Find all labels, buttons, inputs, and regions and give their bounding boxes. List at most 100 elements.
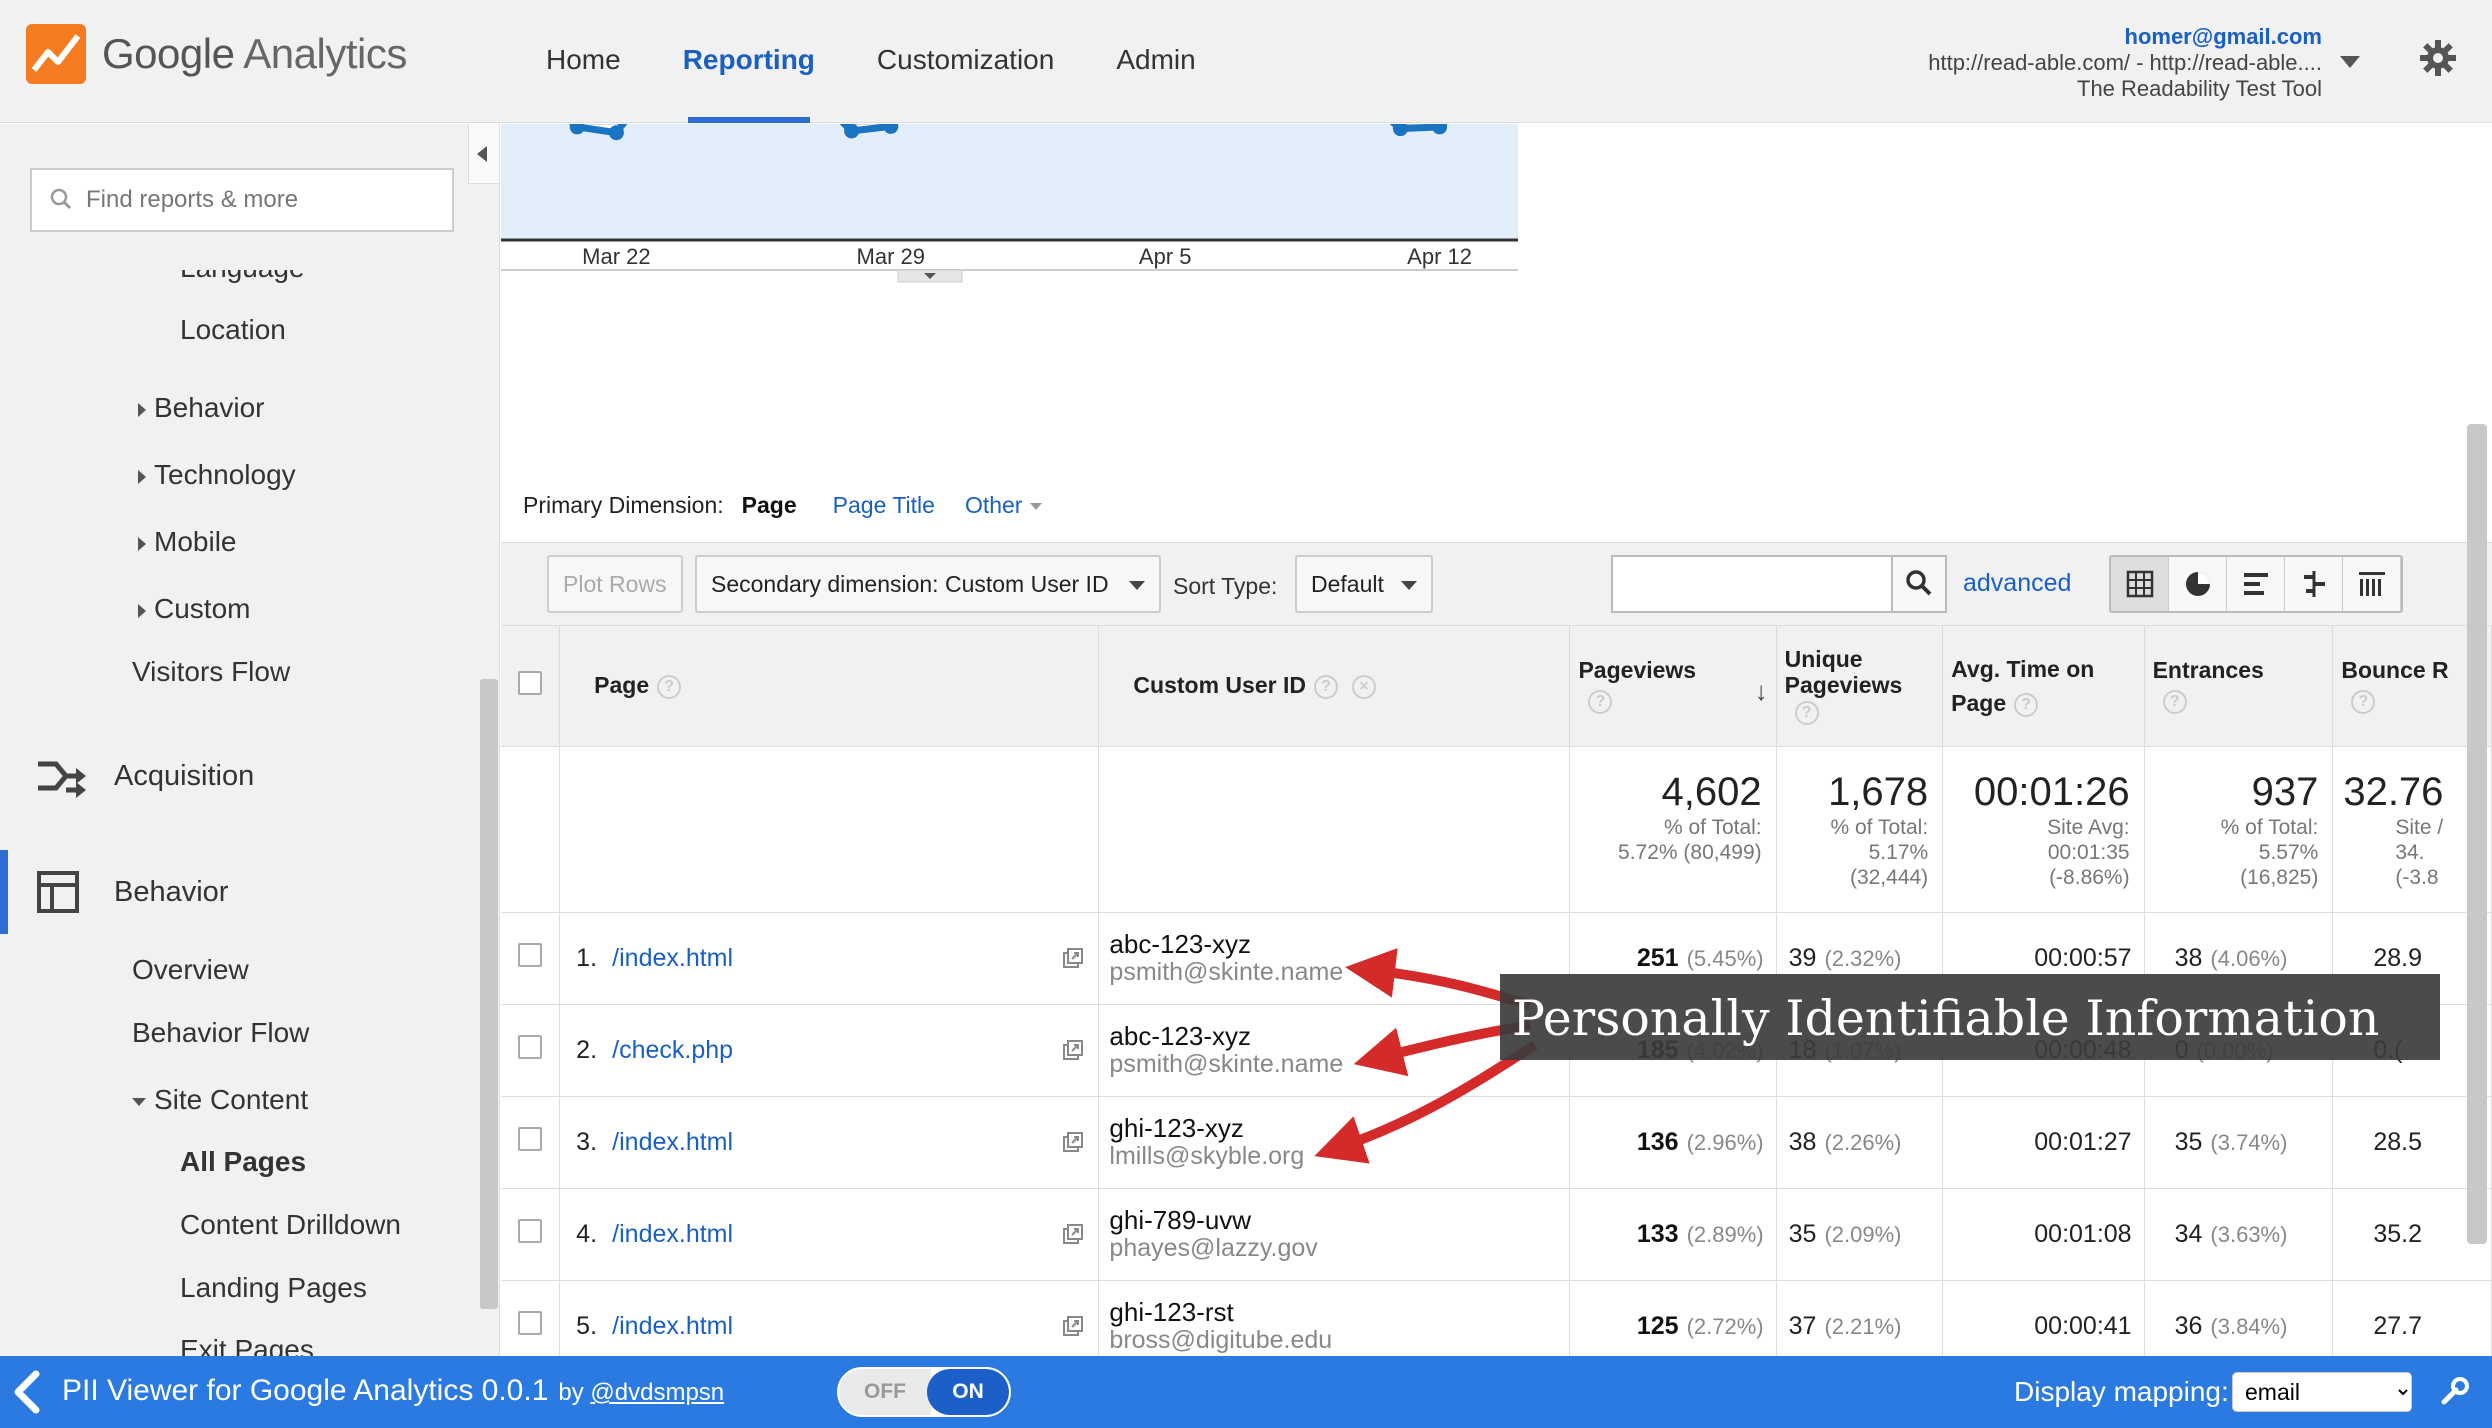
help-icon[interactable]: ? [2351, 690, 2376, 715]
page-link[interactable]: /index.html [612, 1220, 733, 1248]
sidebar-section-acquisition[interactable]: Acquisition [0, 734, 468, 818]
page-link[interactable]: /index.html [612, 1312, 733, 1340]
sidebar-item-all-pages[interactable]: All Pages [180, 1146, 306, 1178]
table-view-button[interactable] [2111, 557, 2169, 611]
wrench-icon[interactable] [2440, 1376, 2470, 1406]
secondary-dimension-dropdown[interactable]: Secondary dimension: Custom User ID [695, 555, 1161, 613]
cell-unique-pageviews: 37 (2.21%) [1776, 1280, 1944, 1356]
dimension-page-title[interactable]: Page Title [833, 492, 935, 519]
sidebar-item-content-drilldown[interactable]: Content Drilldown [180, 1209, 401, 1241]
row-select-cell [501, 912, 561, 1005]
account-property: http://read-able.com/ - http://read-able… [1928, 50, 2322, 75]
sidebar-item-visitors-flow[interactable]: Visitors Flow [132, 656, 290, 688]
header-page[interactable]: Page? [559, 626, 1100, 747]
report-search[interactable] [30, 168, 454, 232]
open-page-icon[interactable] [1062, 1039, 1084, 1061]
row-checkbox[interactable] [518, 1310, 543, 1335]
performance-view-button[interactable] [2227, 557, 2285, 611]
cell-custom-user-id: ghi-789-uvw phayes@lazzy.gov [1098, 1188, 1571, 1281]
open-page-icon[interactable] [1062, 947, 1084, 969]
pie-view-button[interactable] [2169, 557, 2227, 611]
account-selector[interactable]: homer@gmail.com http://read-able.com/ - … [1928, 24, 2322, 102]
report-search-input[interactable] [86, 182, 436, 218]
help-icon[interactable]: ? [657, 675, 682, 700]
collapse-sidebar-button[interactable] [468, 124, 499, 184]
sidebar-item-landing-pages[interactable]: Landing Pages [180, 1272, 367, 1304]
gear-icon[interactable] [2418, 38, 2458, 78]
remove-dimension-icon[interactable]: × [1351, 675, 1376, 700]
header-custom-user-id[interactable]: Custom User ID? × [1098, 626, 1571, 747]
dimension-other[interactable]: Other [965, 492, 1043, 519]
sidebar-item-behavior-flow[interactable]: Behavior Flow [132, 1017, 309, 1049]
help-icon[interactable]: ? [1588, 690, 1613, 715]
help-icon[interactable]: ? [1313, 675, 1338, 700]
open-page-icon[interactable] [1062, 1223, 1084, 1245]
nav-reporting[interactable]: Reporting [652, 0, 846, 123]
header-entrances[interactable]: Entrances? [2144, 626, 2334, 747]
sidebar-item-mobile[interactable]: Mobile [138, 526, 236, 558]
page-link[interactable]: /check.php [612, 1036, 733, 1064]
sidebar-item-technology[interactable]: Technology [138, 459, 296, 491]
pivot-view-button[interactable] [2343, 557, 2401, 611]
row-rank: 2. [576, 1035, 598, 1064]
page-link[interactable]: /index.html [612, 944, 733, 972]
main-scrollbar[interactable] [2467, 424, 2487, 1244]
row-checkbox[interactable] [518, 1218, 543, 1243]
row-checkbox[interactable] [518, 942, 543, 967]
select-all-checkbox[interactable] [518, 670, 543, 695]
sidebar-section-behavior[interactable]: Behavior [0, 850, 468, 934]
pii-annotation-label: Personally Identifiable Information [1500, 974, 2440, 1060]
row-select-cell [501, 1096, 561, 1189]
table-filter-button[interactable] [1891, 555, 1947, 613]
sidebar-item-language[interactable]: Language [180, 270, 305, 284]
row-rank: 3. [576, 1127, 598, 1156]
help-icon[interactable]: ? [2162, 690, 2187, 715]
sidebar-item-behavior-audience[interactable]: Behavior [138, 392, 265, 424]
plot-rows-button[interactable]: Plot Rows [547, 555, 683, 613]
user-email: bross@digitube.edu [1109, 1326, 1333, 1354]
sidebar-item-location[interactable]: Location [180, 314, 286, 346]
header-pageviews[interactable]: Pageviews? ↓ [1569, 626, 1777, 747]
table-filter-input[interactable] [1611, 555, 1893, 613]
nav-admin[interactable]: Admin [1085, 0, 1226, 123]
sidebar-item-site-content[interactable]: Site Content [132, 1084, 308, 1116]
cell-pageviews: 133 (2.89%) [1569, 1188, 1777, 1281]
primary-dimension-label: Primary Dimension: [523, 492, 724, 518]
sort-type-label: Sort Type: [1173, 573, 1278, 599]
user-id: abc-123-xyz [1109, 929, 1252, 959]
sidebar-item-exit-pages[interactable]: Exit Pages [180, 1334, 314, 1356]
author-link[interactable]: @dvdsmpsn [590, 1379, 724, 1406]
page-link[interactable]: /index.html [612, 1128, 733, 1156]
display-mapping-select[interactable]: email [2232, 1372, 2412, 1412]
sidebar-section-label: Behavior [114, 876, 229, 908]
row-checkbox[interactable] [518, 1126, 543, 1151]
user-id: ghi-123-xyz [1109, 1113, 1244, 1143]
totals-row: 4,602% of Total: 5.72% (80,499) 1,678% of… [501, 746, 2492, 913]
help-icon[interactable]: ? [2014, 692, 2039, 717]
pageviews-chart: 4,0002,000Mar 22Mar 29Apr 5Apr 12 [501, 124, 1518, 283]
sidebar-item-custom[interactable]: Custom [138, 593, 250, 625]
nav-customization[interactable]: Customization [846, 0, 1085, 123]
advanced-filter-link[interactable]: advanced [1963, 569, 2071, 598]
google-analytics-logo[interactable]: Google Analytics [26, 24, 407, 84]
pii-toggle[interactable]: OFF ON [837, 1367, 1011, 1417]
toggle-on[interactable]: ON [927, 1369, 1009, 1415]
header-unique-pageviews[interactable]: Unique Pageviews? [1776, 626, 1944, 747]
pivot-icon [2359, 572, 2385, 596]
sort-type-dropdown[interactable]: Default [1295, 555, 1433, 613]
sidebar-item-overview[interactable]: Overview [132, 954, 249, 986]
sidebar-scrollbar[interactable] [480, 679, 498, 1309]
table-toolbar: Plot Rows Secondary dimension: Custom Us… [501, 542, 2492, 626]
open-page-icon[interactable] [1062, 1131, 1084, 1153]
row-checkbox[interactable] [518, 1034, 543, 1059]
back-arrow-icon[interactable] [10, 1370, 44, 1414]
header-avg-time[interactable]: Avg. Time on Page? [1942, 626, 2145, 747]
comparison-view-button[interactable] [2285, 557, 2343, 611]
chevron-down-icon[interactable] [2340, 56, 2360, 68]
user-email: phayes@lazzy.gov [1109, 1234, 1318, 1262]
nav-home[interactable]: Home [515, 0, 652, 123]
toggle-off[interactable]: OFF [839, 1369, 931, 1415]
comparison-icon [2304, 571, 2325, 597]
help-icon[interactable]: ? [1794, 701, 1819, 726]
open-page-icon[interactable] [1062, 1315, 1084, 1337]
